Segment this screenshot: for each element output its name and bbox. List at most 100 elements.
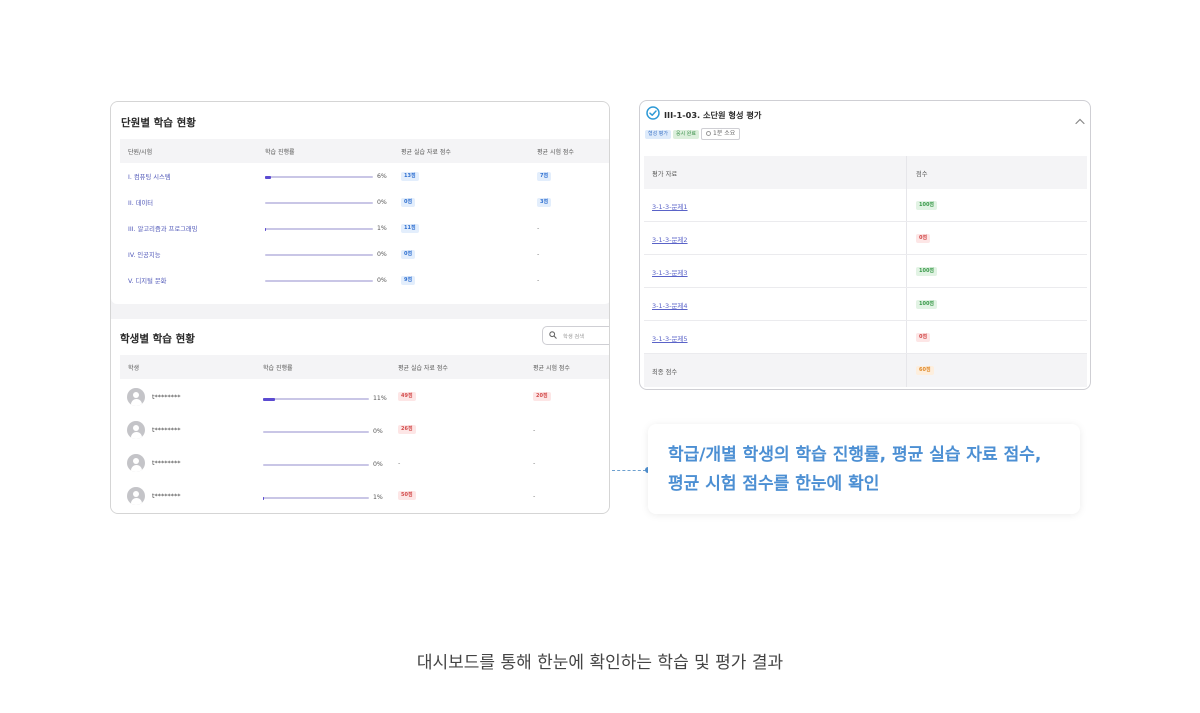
learning-status-panel: 단원별 학습 현황 단원/시험 학습 진행률 평균 실습 자료 점수 평균 시험… bbox=[110, 101, 610, 514]
student-row[interactable]: t******** 0% 26점 - bbox=[120, 416, 609, 449]
total-score-label: 최종 점수 bbox=[652, 369, 678, 376]
practice-score-col-header: 평균 실습 자료 점수 bbox=[398, 365, 448, 372]
progress-bar bbox=[265, 175, 373, 179]
unit-row[interactable]: III. 알고리즘과 프로그래밍 1% 11점 - bbox=[120, 215, 609, 241]
assessment-table: 평가 자료 점수 3-1-3-문제1 100점 3-1-3-문제2 0점 3-1-3-문… bbox=[644, 156, 1087, 387]
unit-name-link[interactable]: I. 컴퓨팅 시스템 bbox=[128, 172, 171, 181]
progress-bar bbox=[263, 464, 369, 466]
progress-text: 0% bbox=[377, 199, 387, 206]
progress-bar-fill bbox=[263, 496, 265, 500]
assessment-title: III-1-03. 소단원 형성 평가 bbox=[664, 110, 762, 120]
practice-score-badge: 26점 bbox=[398, 425, 416, 434]
figure-caption: 대시보드를 통해 한눈에 확인하는 학습 및 평가 결과 bbox=[416, 653, 784, 673]
student-table-header: 학생 학습 진행률 평균 실습 자료 점수 평균 시험 점수 bbox=[120, 355, 609, 379]
assessment-row: 3-1-3-문제1 100점 bbox=[644, 189, 1087, 222]
unit-name-link[interactable]: V. 디지털 문화 bbox=[128, 276, 166, 285]
assessment-row: 3-1-3-문제2 0점 bbox=[644, 222, 1087, 255]
unit-row[interactable]: II. 데이터 0% 0점 3점 bbox=[120, 189, 609, 215]
student-status-title: 학생별 학습 현황 bbox=[120, 333, 195, 345]
avatar bbox=[127, 454, 145, 472]
unit-row[interactable]: IV. 인공지능 0% 0점 - bbox=[120, 241, 609, 267]
clock-icon bbox=[706, 131, 711, 136]
unit-name-link[interactable]: II. 데이터 bbox=[128, 198, 153, 207]
exam-score-empty: - bbox=[533, 459, 536, 467]
exam-score-badge: 7점 bbox=[537, 172, 552, 181]
progress-bar-fill bbox=[265, 227, 267, 231]
assessment-row: 3-1-3-문제4 100점 bbox=[644, 288, 1087, 321]
practice-score-badge: 50점 bbox=[398, 491, 416, 500]
progress-bar bbox=[265, 202, 373, 204]
exam-score-badge: 3점 bbox=[537, 198, 552, 207]
total-score-badge: 60점 bbox=[916, 366, 934, 375]
unit-status-title: 단원별 학습 현황 bbox=[121, 117, 196, 129]
progress-bar bbox=[263, 397, 369, 401]
search-icon bbox=[549, 331, 557, 339]
student-search-input[interactable]: 학생 검색 bbox=[542, 326, 609, 345]
completed-tag: 응시 완료 bbox=[673, 130, 699, 139]
search-placeholder: 학생 검색 bbox=[563, 334, 585, 340]
callout-text: 학급/개별 학생의 학습 진행률, 평균 실습 자료 점수, 평균 시험 점수를… bbox=[668, 441, 1078, 499]
practice-score-badge: 0점 bbox=[401, 250, 416, 259]
progress-text: 11% bbox=[373, 395, 387, 402]
exam-score-empty: - bbox=[533, 426, 536, 434]
unit-row[interactable]: I. 컴퓨팅 시스템 6% 13점 7점 bbox=[120, 163, 609, 189]
callout-connector bbox=[612, 470, 646, 471]
unit-name-link[interactable]: III. 알고리즘과 프로그래밍 bbox=[128, 224, 198, 233]
progress-text: 1% bbox=[373, 494, 383, 501]
progress-bar-fill bbox=[263, 397, 275, 401]
callout-line-2: 평균 시험 점수를 한눈에 확인 bbox=[668, 474, 880, 494]
score-badge: 100점 bbox=[916, 267, 938, 276]
score-badge: 0점 bbox=[916, 333, 931, 342]
unit-status-card: 단원별 학습 현황 단원/시험 학습 진행률 평균 실습 자료 점수 평균 시험… bbox=[111, 102, 609, 304]
practice-score-badge: 13점 bbox=[401, 172, 419, 181]
unit-name-link[interactable]: IV. 인공지능 bbox=[128, 250, 161, 259]
student-col-header: 학생 bbox=[128, 365, 140, 372]
progress-text: 1% bbox=[377, 225, 387, 232]
student-name: t******** bbox=[152, 426, 181, 434]
assessment-item-link[interactable]: 3-1-3-문제2 bbox=[652, 234, 688, 244]
student-name: t******** bbox=[152, 492, 181, 500]
check-circle-icon bbox=[646, 106, 660, 120]
progress-bar-fill bbox=[265, 175, 272, 179]
student-name: t******** bbox=[152, 393, 181, 401]
assessment-detail-panel: III-1-03. 소단원 형성 평가 형성 평가 응시 완료 1분 소요 평가… bbox=[639, 100, 1091, 390]
unit-col-header: 단원/시험 bbox=[128, 149, 153, 156]
chevron-up-icon[interactable] bbox=[1075, 118, 1085, 125]
material-col-header: 평가 자료 bbox=[652, 171, 678, 178]
student-row[interactable]: t******** 1% 50점 - bbox=[120, 482, 609, 513]
time-spent-label: 1분 소요 bbox=[713, 130, 736, 137]
student-row[interactable]: t******** 11% 49점 20점 bbox=[120, 383, 609, 416]
assessment-item-link[interactable]: 3-1-3-문제4 bbox=[652, 300, 688, 310]
exam-score-empty: - bbox=[537, 250, 540, 258]
progress-bar bbox=[265, 227, 373, 231]
practice-score-empty: - bbox=[398, 459, 401, 467]
exam-score-empty: - bbox=[537, 276, 540, 284]
exam-score-col-header: 평균 시험 점수 bbox=[537, 149, 574, 156]
avatar bbox=[127, 487, 145, 505]
assessment-item-link[interactable]: 3-1-3-문제5 bbox=[652, 333, 688, 343]
practice-score-badge: 49점 bbox=[398, 392, 416, 401]
progress-bar bbox=[263, 496, 369, 500]
student-row[interactable]: t******** 0% - - bbox=[120, 449, 609, 482]
score-badge: 0점 bbox=[916, 234, 931, 243]
progress-bar bbox=[263, 431, 369, 433]
avatar bbox=[127, 388, 145, 406]
exam-score-empty: - bbox=[537, 224, 540, 232]
progress-bar bbox=[265, 254, 373, 256]
progress-text: 6% bbox=[377, 173, 387, 180]
avatar bbox=[127, 421, 145, 439]
student-name: t******** bbox=[152, 459, 181, 467]
score-badge: 100점 bbox=[916, 300, 938, 309]
total-score-row: 최종 점수 60점 bbox=[644, 354, 1087, 387]
time-spent-tag: 1분 소요 bbox=[701, 128, 741, 140]
assessment-item-link[interactable]: 3-1-3-문제1 bbox=[652, 201, 688, 211]
student-status-card: 학생별 학습 현황 학생 학습 진행률 평균 실습 자료 점수 평균 시험 점수… bbox=[111, 319, 609, 513]
assessment-row: 3-1-3-문제3 100점 bbox=[644, 255, 1087, 288]
score-badge: 100점 bbox=[916, 201, 938, 210]
progress-bar bbox=[265, 280, 373, 282]
assessment-item-link[interactable]: 3-1-3-문제3 bbox=[652, 267, 688, 277]
practice-score-badge: 11점 bbox=[401, 224, 419, 233]
progress-text: 0% bbox=[373, 461, 383, 468]
exam-score-badge: 20점 bbox=[533, 392, 551, 401]
unit-row[interactable]: V. 디지털 문화 0% 9점 - bbox=[120, 267, 609, 293]
